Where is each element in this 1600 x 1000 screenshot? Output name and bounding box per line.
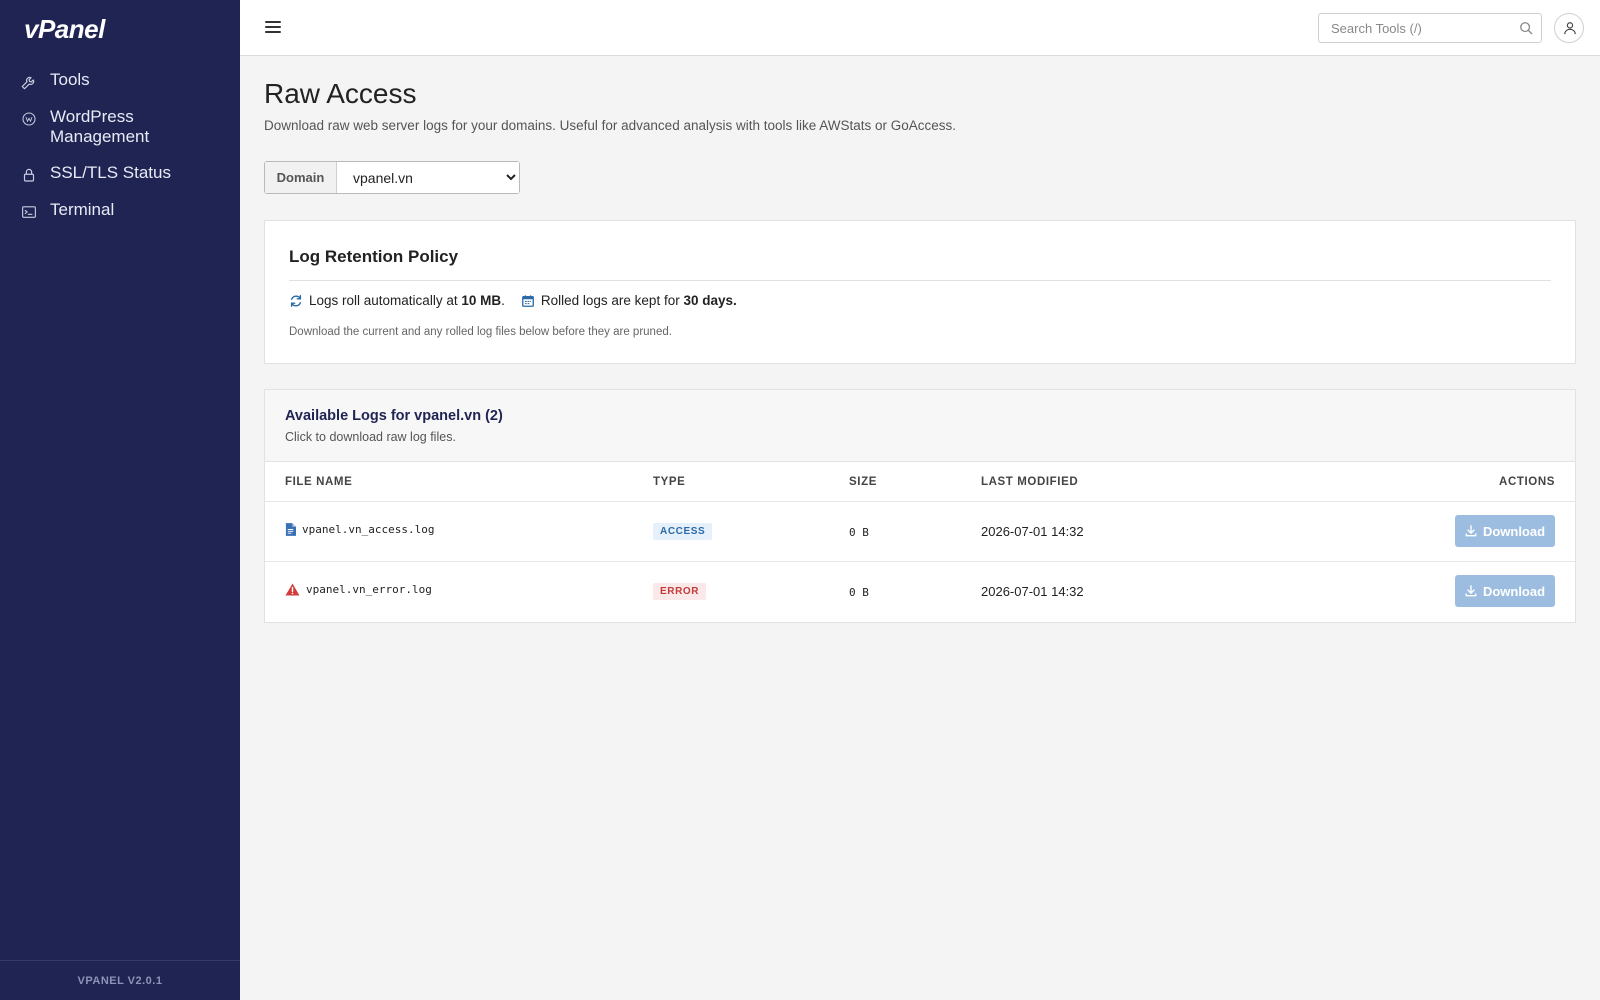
- file-name-cell: vpanel.vn_access.log: [285, 523, 434, 536]
- sidebar-nav: Tools WordPress Management SSL/TLS Statu…: [0, 62, 240, 229]
- roll-suffix: .: [501, 293, 505, 308]
- file-name: vpanel.vn_error.log: [306, 583, 432, 596]
- wordpress-icon: [22, 112, 36, 126]
- download-label: Download: [1482, 523, 1546, 539]
- available-logs-card: Available Logs for vpanel.vn (2) Click t…: [264, 389, 1576, 623]
- logs-subtitle: Click to download raw log files.: [285, 430, 456, 444]
- sidebar-item-wordpress[interactable]: WordPress Management: [0, 99, 240, 155]
- file-size: 0 B: [849, 586, 869, 599]
- last-modified: 2026-07-01 14:32: [981, 524, 1084, 539]
- keep-days: 30 days.: [683, 293, 737, 308]
- divider: [289, 280, 1551, 281]
- policy-details: Logs roll automatically at 10 MB. Rolled…: [289, 293, 737, 308]
- user-icon: [1564, 22, 1576, 35]
- user-menu-button[interactable]: [1554, 13, 1584, 43]
- menu-icon[interactable]: [264, 18, 282, 36]
- roll-prefix: Logs roll automatically at: [309, 293, 458, 308]
- sidebar-item-tools[interactable]: Tools: [0, 62, 240, 99]
- type-badge: ACCESS: [653, 523, 713, 540]
- sidebar-item-label: SSL/TLS Status: [50, 163, 171, 182]
- search-input[interactable]: [1319, 14, 1509, 42]
- calendar-icon: [521, 294, 534, 307]
- divider: [265, 501, 1575, 502]
- download-icon: [1465, 585, 1477, 597]
- sidebar-item-terminal[interactable]: Terminal: [0, 192, 240, 229]
- lock-icon: [23, 168, 35, 182]
- column-header-type[interactable]: TYPE: [653, 476, 685, 488]
- logs-title: Available Logs for vpanel.vn (2): [285, 408, 503, 424]
- divider: [265, 561, 1575, 562]
- download-button[interactable]: Download: [1455, 575, 1555, 607]
- download-label: Download: [1482, 583, 1546, 599]
- app-version: VPANEL V2.0.1: [0, 960, 240, 1000]
- refresh-icon: [290, 294, 302, 307]
- download-button[interactable]: Download: [1455, 515, 1555, 547]
- page-description: Download raw web server logs for your do…: [264, 118, 957, 133]
- domain-label: Domain: [265, 162, 337, 193]
- column-header-file-name[interactable]: FILE NAME: [285, 476, 352, 488]
- sidebar-item-ssl[interactable]: SSL/TLS Status: [0, 155, 240, 192]
- download-icon: [1465, 525, 1477, 537]
- column-header-size[interactable]: SIZE: [849, 476, 877, 488]
- sidebar-item-label: Terminal: [50, 200, 115, 219]
- roll-size: 10 MB: [461, 293, 502, 308]
- logs-header: Available Logs for vpanel.vn (2) Click t…: [265, 390, 1575, 462]
- column-header-last-modified[interactable]: LAST MODIFIED: [981, 476, 1078, 488]
- app-logo[interactable]: vPanel: [24, 14, 105, 45]
- domain-selector: Domain vpanel.vn: [264, 161, 520, 194]
- file-icon: [285, 523, 296, 536]
- sidebar-item-label: WordPress Management: [50, 107, 150, 146]
- keep-prefix: Rolled logs are kept for: [540, 293, 680, 308]
- file-size: 0 B: [849, 526, 869, 539]
- column-header-actions: ACTIONS: [1499, 476, 1555, 488]
- search-box: [1318, 13, 1542, 43]
- sidebar: vPanel Tools WordPress Management SSL/TL…: [0, 0, 240, 1000]
- file-name: vpanel.vn_access.log: [302, 523, 435, 536]
- log-retention-card: Log Retention Policy Logs roll automatic…: [264, 220, 1576, 364]
- last-modified: 2026-07-01 14:32: [981, 584, 1084, 599]
- sidebar-item-label: Tools: [50, 70, 90, 89]
- type-badge: ERROR: [653, 583, 707, 600]
- policy-title: Log Retention Policy: [289, 247, 459, 266]
- warning-icon: [285, 583, 300, 596]
- file-name-cell: vpanel.vn_error.log: [285, 583, 432, 596]
- policy-note: Download the current and any rolled log …: [289, 326, 672, 338]
- terminal-icon: [22, 206, 36, 218]
- search-icon[interactable]: [1519, 21, 1533, 35]
- domain-dropdown[interactable]: vpanel.vn: [337, 162, 519, 193]
- page-title: Raw Access: [264, 78, 417, 109]
- top-header: [240, 0, 1600, 56]
- wrench-icon: [21, 76, 35, 90]
